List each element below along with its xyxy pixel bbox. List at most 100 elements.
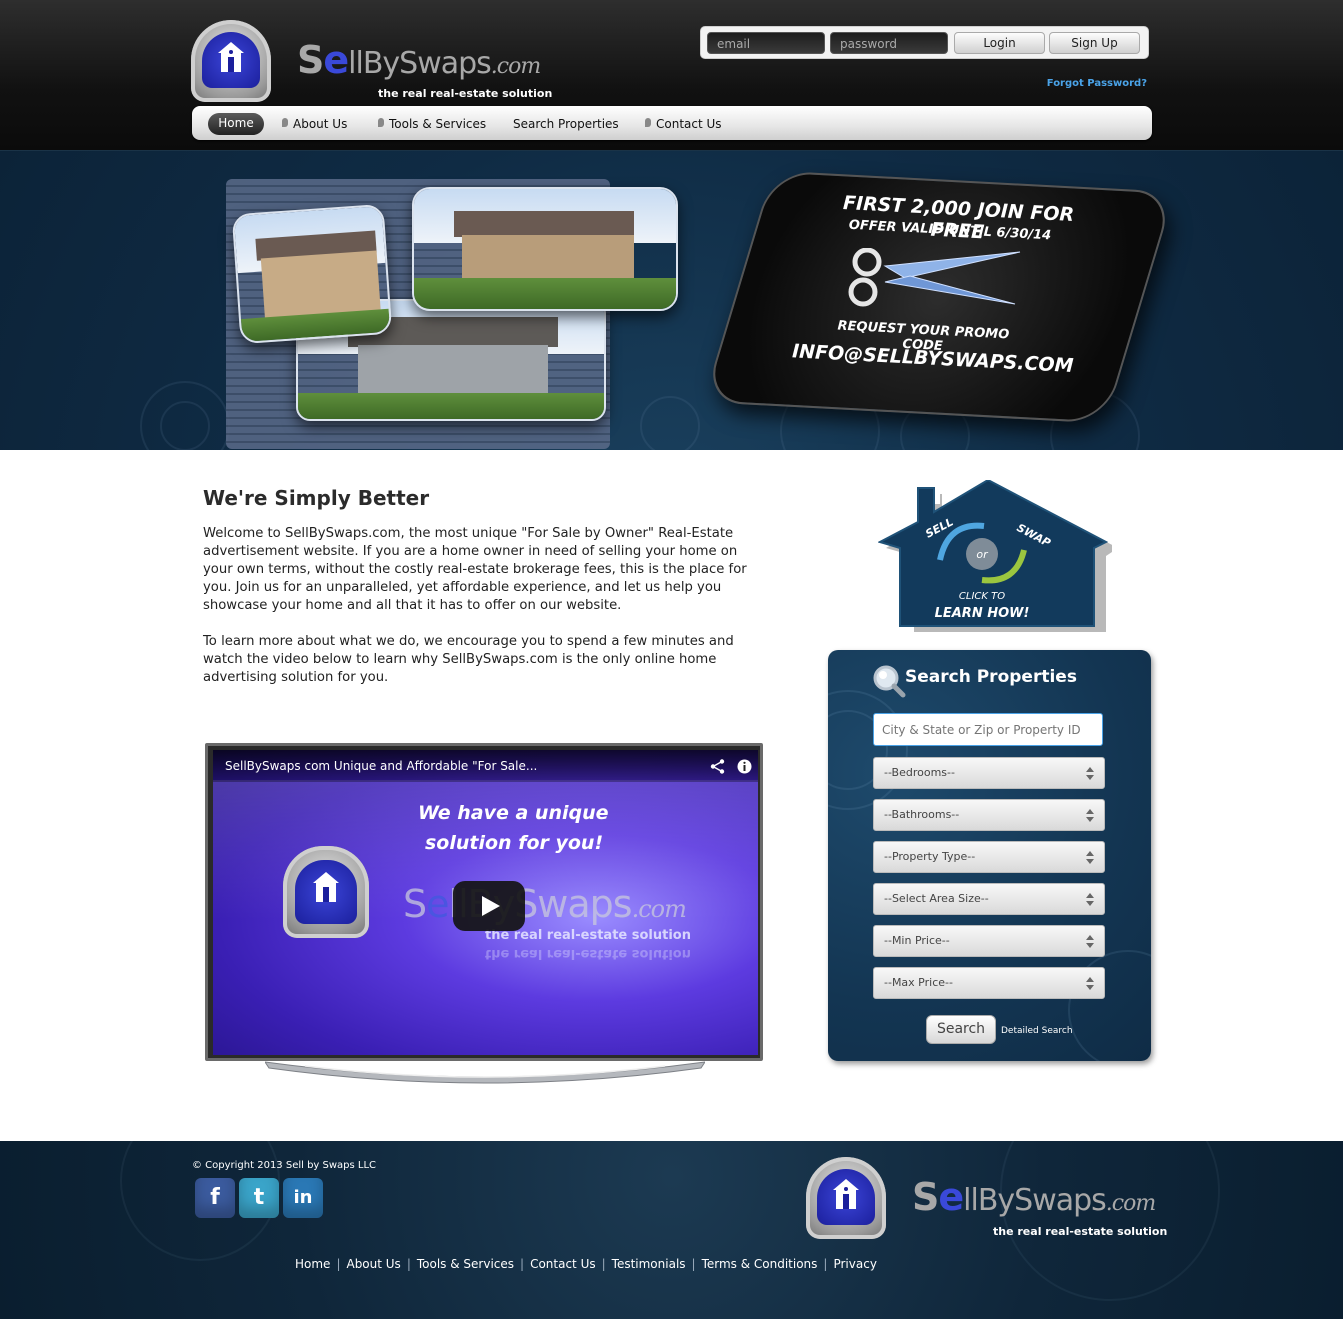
property-type-select[interactable]: --Property Type-- [873,841,1105,873]
footer-link-about-us[interactable]: About Us [346,1257,400,1271]
login-button[interactable]: Login [954,32,1045,54]
video-slogan-1: We have a unique [418,802,609,824]
page-title: We're Simply Better [203,486,430,510]
footer-link-terms-conditions[interactable]: Terms & Conditions [702,1257,818,1271]
click-to-label: CLICK TO [959,591,1005,602]
video-tagline-reflection: the real real-estate solution [485,946,691,961]
footer-links: Home | About Us | Tools & Services | Contact U… [295,1257,877,1271]
or-label: or [976,548,989,561]
logo-name: llBySwaps [348,46,492,81]
footer-logo-wordmark[interactable]: SellBySwaps.com [912,1175,1156,1219]
video-title[interactable]: SellBySwaps com Unique and Affordable "F… [225,759,537,773]
logo-wordmark[interactable]: SellBySwaps.com [297,38,541,82]
footer-link-privacy[interactable]: Privacy [833,1257,876,1271]
nav-contact-us[interactable]: Contact Us [645,114,722,134]
video-player[interactable]: We have a unique solution for you! SellB… [205,743,763,1061]
footer-link-contact-us[interactable]: Contact Us [530,1257,596,1271]
nav-tools-services[interactable]: Tools & Services [378,114,486,134]
logo-s: S [297,38,324,82]
select-arrows-icon [1086,893,1094,907]
search-button[interactable]: Search [926,1015,996,1044]
search-panel-title: Search Properties [905,667,1077,687]
site-footer: © Copyright 2013 Sell by Swaps LLC f t i… [0,1141,1343,1319]
nav-search-properties[interactable]: Search Properties [513,114,619,134]
select-value: --Bedrooms-- [884,766,955,779]
video-logo-s: S [403,882,427,926]
hero-banner: FIRST 2,000 JOIN FOR FREE OFFER VALID UN… [0,151,1343,450]
min-price-select[interactable]: --Min Price-- [873,925,1105,957]
pin-icon [282,118,288,127]
password-field[interactable]: password [830,32,948,54]
video-title-bar: SellBySwaps com Unique and Affordable "F… [213,750,758,782]
nav-label: Contact Us [656,117,722,131]
copyright-text: © Copyright 2013 Sell by Swaps LLC [192,1160,377,1171]
tv-stand-icon [265,1061,705,1084]
twitter-icon[interactable]: t [239,1178,279,1218]
separator: | [406,1257,411,1271]
select-arrows-icon [1086,809,1094,823]
house-icon [218,42,244,72]
logo-shield-icon[interactable] [191,20,271,102]
magnifier-icon [873,665,906,698]
bathrooms-select[interactable]: --Bathrooms-- [873,799,1105,831]
logo-tagline: the real real-estate solution [378,87,553,100]
bedrooms-select[interactable]: --Bedrooms-- [873,757,1105,789]
scissors-icon [848,248,1021,307]
nav-about-us[interactable]: About Us [282,114,347,134]
select-value: --Select Area Size-- [884,892,989,905]
share-icon[interactable] [710,759,725,774]
separator: | [823,1257,828,1271]
logo-dotcom: .com [490,54,541,79]
separator: | [691,1257,696,1271]
intro-paragraph: Welcome to SellBySwaps.com, the most uni… [203,526,747,613]
main-nav: Home About Us Tools & Services Search Pr… [192,106,1152,140]
nav-label: Search Properties [513,117,619,131]
house-icon [833,1179,859,1209]
forgot-password-link[interactable]: Forgot Password? [1030,78,1147,89]
decor-ring [640,396,700,450]
select-arrows-icon [1086,977,1094,991]
footer-link-home[interactable]: Home [295,1257,330,1271]
select-value: --Min Price-- [884,934,950,947]
footer-link-testimonials[interactable]: Testimonials [612,1257,686,1271]
login-form: email password Login Sign Up [700,26,1149,59]
play-button[interactable] [453,881,525,931]
nav-label: About Us [293,117,348,131]
signup-button[interactable]: Sign Up [1049,32,1140,54]
select-value: --Bathrooms-- [884,808,960,821]
info-icon[interactable] [737,759,752,774]
site-header: SellBySwaps.com the real real-estate sol… [0,0,1343,151]
email-field[interactable]: email [707,32,825,54]
select-value: --Max Price-- [884,976,953,989]
sell-swap-learn-how-badge[interactable]: or SELL SWAP CLICK TO LEARN HOW! [878,480,1112,632]
facebook-icon[interactable]: f [195,1178,235,1218]
select-arrows-icon [1086,851,1094,865]
location-search-input[interactable] [873,713,1103,746]
video-screen[interactable]: We have a unique solution for you! SellB… [213,750,758,1055]
nav-home[interactable]: Home [208,113,264,135]
nav-label: Tools & Services [389,117,487,131]
video-logo-text: SellBySwaps.com [403,882,687,926]
max-price-select[interactable]: --Max Price-- [873,967,1105,999]
house-icon [313,872,339,902]
separator: | [336,1257,341,1271]
pin-icon [378,118,384,127]
footer-link-tools-services[interactable]: Tools & Services [417,1257,514,1271]
decor-ring [1000,1141,1220,1301]
video-logo-e: e [426,882,449,926]
footer-logo-tagline: the real real-estate solution [993,1225,1168,1238]
learn-how-label: LEARN HOW! [935,606,1030,621]
footer-logo-shield-icon[interactable] [806,1157,886,1239]
house-photo-right [412,187,678,311]
select-arrows-icon [1086,767,1094,781]
logo-dotcom: .com [1105,1191,1156,1216]
detailed-search-link[interactable]: Detailed Search [1001,1026,1073,1036]
linkedin-icon[interactable]: in [283,1178,323,1218]
logo-e: e [938,1175,964,1219]
pin-icon [645,118,651,127]
logo-e: e [323,38,349,82]
logo-name: llBySwaps [963,1183,1107,1218]
select-arrows-icon [1086,935,1094,949]
area-size-select[interactable]: --Select Area Size-- [873,883,1105,915]
video-intro-paragraph: To learn more about what we do, we encou… [203,634,734,685]
